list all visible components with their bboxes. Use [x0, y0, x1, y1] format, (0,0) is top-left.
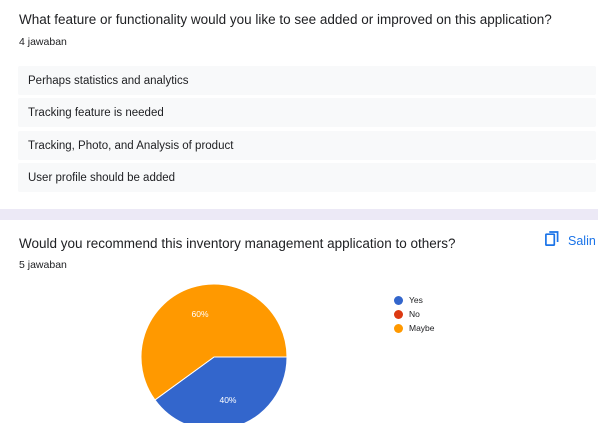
pie-data-label: 60% [192, 309, 209, 319]
legend-swatch-no [394, 309, 403, 319]
legend-swatch-yes [394, 295, 403, 305]
legend-label: No [409, 309, 420, 319]
legend-label: Yes [409, 295, 423, 305]
pie-chart: 40% 60% [140, 283, 288, 423]
legend-swatch-maybe [394, 323, 403, 333]
chart-legend: Yes No Maybe [394, 293, 435, 335]
legend-label: Maybe [409, 323, 435, 333]
legend-item-maybe: Maybe [394, 321, 435, 335]
pie-slices [140, 283, 288, 423]
legend-item-yes: Yes [394, 293, 435, 307]
legend-item-no: No [394, 307, 435, 321]
pie-data-label: 40% [219, 395, 236, 405]
